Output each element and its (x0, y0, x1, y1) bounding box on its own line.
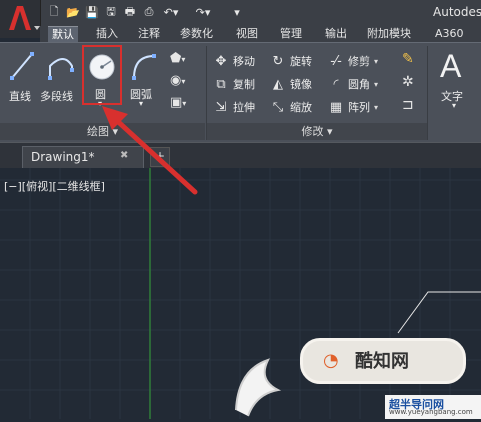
new-file-icon[interactable]: 🗋 (46, 4, 62, 20)
scale-label: 缩放 (290, 101, 312, 114)
move-button[interactable]: ✥ 移动 (213, 51, 255, 71)
polyline-icon (48, 58, 74, 80)
arc-tool-button[interactable] (128, 48, 158, 84)
tab-addins[interactable]: 附加模块 (363, 26, 415, 42)
quick-access-dropdown-icon[interactable]: ▾ (229, 4, 245, 20)
open-file-icon[interactable]: 📂 (65, 4, 81, 20)
copy-icon: ⧉ (216, 76, 226, 92)
stretch-label: 拉伸 (233, 101, 255, 114)
erase-icon[interactable]: ✎ (402, 51, 414, 67)
watermark-badge: ◔ 酷知网 (300, 338, 466, 384)
plot-icon[interactable]: 🖶 (122, 4, 138, 20)
site-watermark-url: www.yueyangbang.com (389, 408, 473, 416)
hatch-icon[interactable]: ◉▾ (170, 73, 185, 88)
tab-manage[interactable]: 管理 (276, 26, 306, 42)
polyline-tool-button[interactable] (46, 48, 76, 84)
mirror-label: 镜像 (290, 78, 312, 91)
line-label: 直线 (9, 90, 31, 103)
rotate-button[interactable]: ↻ 旋转 (270, 51, 312, 71)
print-icon[interactable]: ⎙ (141, 4, 157, 20)
mirror-button[interactable]: ◭ 镜像 (270, 74, 312, 94)
fillet-label: 圆角 (348, 78, 370, 91)
array-icon: ▦ (329, 99, 343, 115)
tab-parametric[interactable]: 参数化 (176, 26, 217, 42)
scale-icon: ⤡ (272, 99, 284, 115)
watermark-logo-icon: ◔ (323, 350, 339, 371)
tab-a360[interactable]: A360 (431, 26, 468, 42)
undo-icon[interactable]: ↶▾ (163, 4, 179, 20)
rotate-icon: ↻ (272, 53, 284, 69)
tab-default[interactable]: 默认 (48, 26, 78, 43)
modify-panel-title[interactable]: 修改 ▾ (207, 123, 427, 140)
autocad-logo-icon (9, 6, 40, 30)
document-tab-name: Drawing1* (31, 150, 95, 164)
array-label: 阵列 (348, 101, 370, 114)
save-icon[interactable]: 💾 (84, 4, 100, 20)
polyline-label: 多段线 (40, 90, 73, 103)
polygon-icon[interactable]: ⬟▾ (170, 51, 185, 66)
text-tool-glyph[interactable]: A (440, 48, 461, 85)
stretch-button[interactable]: ⇲ 拉伸 (213, 97, 255, 117)
rotate-label: 旋转 (290, 55, 312, 68)
annotation-arrow (102, 106, 198, 195)
circle-highlight-box (82, 45, 122, 105)
fillet-dropdown-icon[interactable]: ▾ (374, 80, 378, 89)
line-tool-button[interactable] (8, 48, 36, 84)
fillet-button[interactable]: ◜ 圆角 ▾ (328, 74, 378, 94)
save-as-icon[interactable]: 🖫 (103, 4, 119, 20)
viewport-controls[interactable]: [−][俯视][二维线框] (4, 178, 105, 194)
mirror-icon: ◭ (273, 76, 283, 92)
stretch-icon: ⇲ (215, 99, 227, 115)
trim-dropdown-icon[interactable]: ▾ (374, 57, 378, 66)
panel-divider (427, 46, 428, 140)
arc-icon (132, 54, 156, 80)
tab-insert[interactable]: 插入 (92, 26, 122, 42)
watermark-text: 酷知网 (355, 351, 409, 372)
copy-button[interactable]: ⧉ 复制 (213, 74, 255, 94)
redo-icon[interactable]: ↷▾ (195, 4, 211, 20)
array-dropdown-icon[interactable]: ▾ (374, 103, 378, 112)
explode-icon[interactable]: ✲ (402, 74, 414, 90)
move-icon: ✥ (215, 53, 227, 69)
modify-panel-title-text: 修改 (301, 125, 324, 138)
site-watermark: 超半导问网 www.yueyangbang.com (385, 395, 481, 419)
watermark-swirl-logo (228, 350, 290, 419)
move-label: 移动 (233, 55, 255, 68)
window-title: Autodes (433, 5, 481, 19)
scale-button[interactable]: ⤡ 缩放 (270, 97, 312, 117)
tab-annotate[interactable]: 注释 (134, 26, 164, 42)
trim-button[interactable]: -⁄- 修剪 ▾ (328, 51, 378, 71)
trim-label: 修剪 (348, 55, 370, 68)
trim-icon: -⁄- (330, 53, 342, 69)
array-button[interactable]: ▦ 阵列 ▾ (328, 97, 378, 117)
offset-icon[interactable]: ⊐ (402, 97, 414, 113)
copy-label: 复制 (233, 78, 255, 91)
fillet-icon: ◜ (333, 76, 339, 92)
text-dropdown-icon[interactable]: ▾ (452, 101, 456, 110)
application-menu-button[interactable] (0, 0, 41, 38)
tab-view[interactable]: 视图 (232, 26, 262, 42)
tab-output[interactable]: 输出 (321, 26, 351, 42)
line-icon (10, 52, 34, 80)
